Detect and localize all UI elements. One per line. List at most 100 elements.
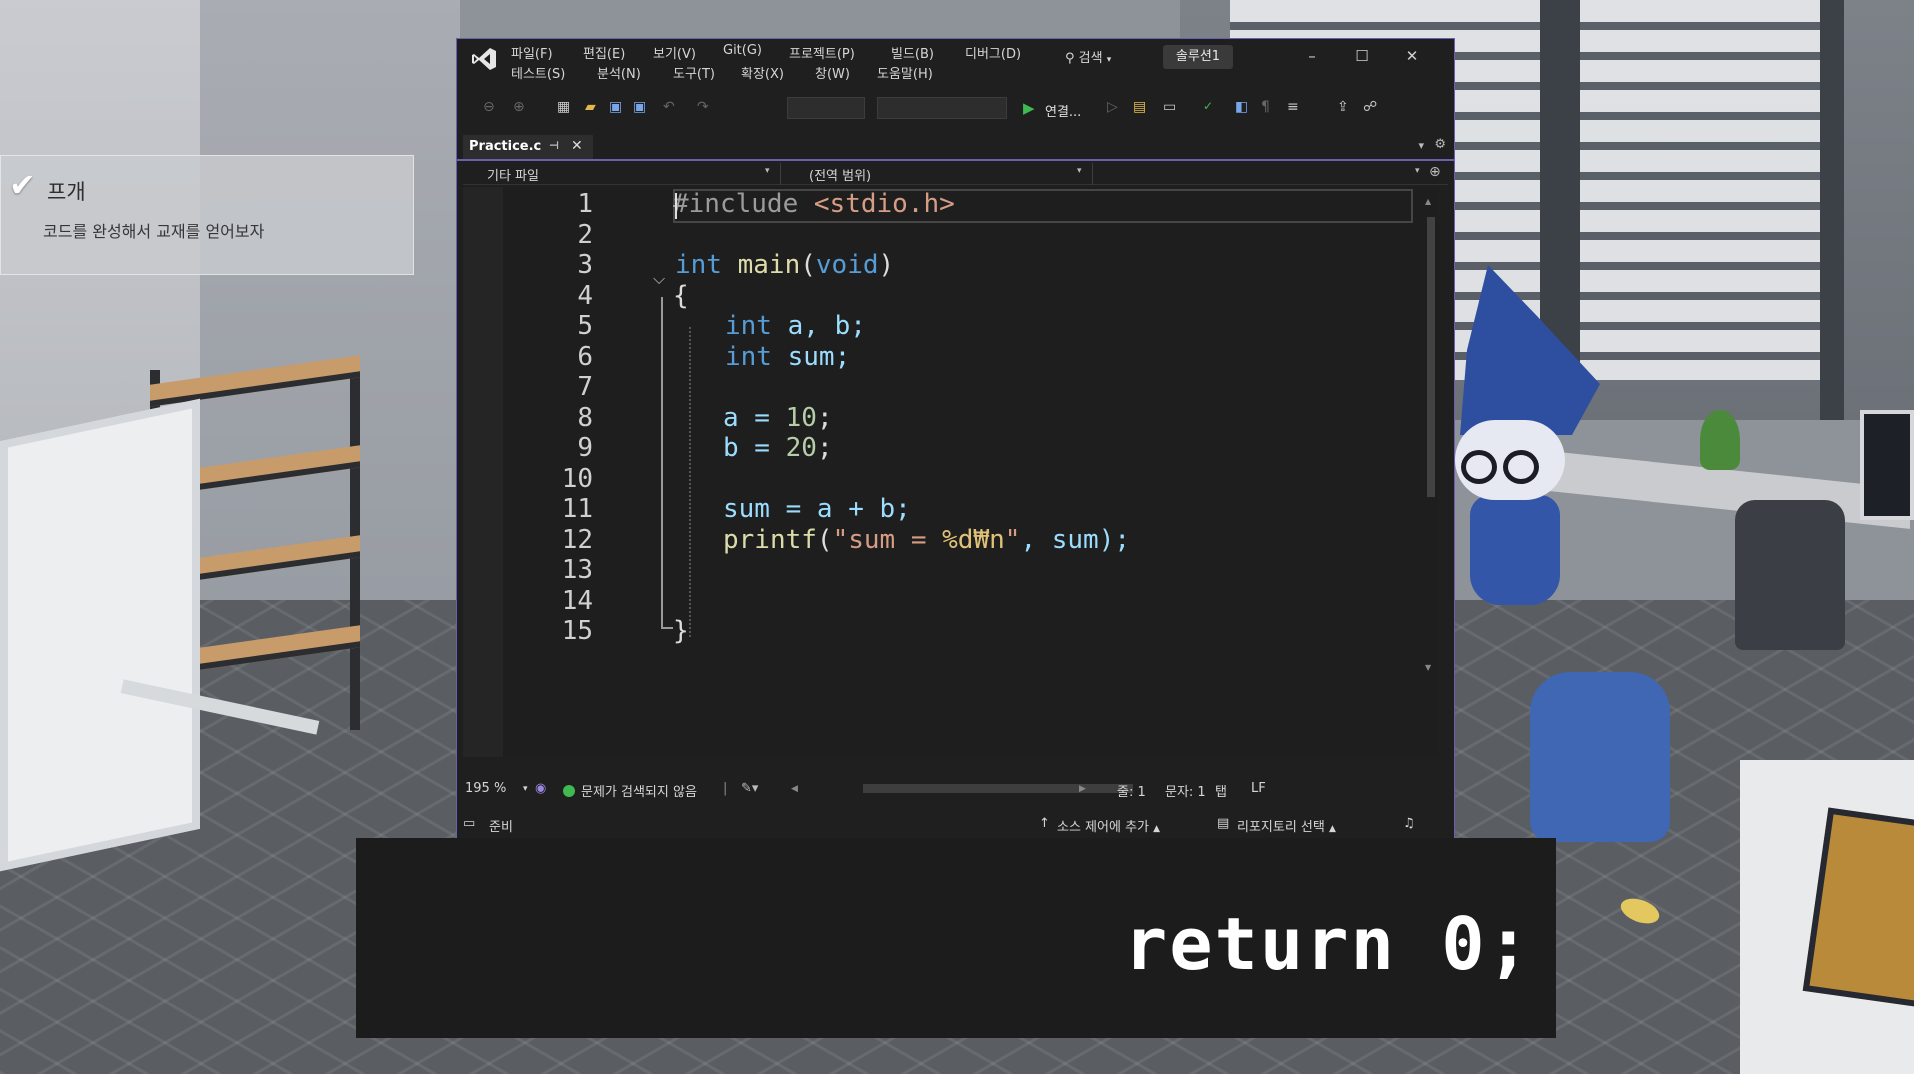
repository-button[interactable]: 리포지토리 선택 ▲: [1237, 816, 1336, 835]
copilot-icon[interactable]: ◉: [535, 781, 546, 796]
line-number: 1: [577, 189, 593, 219]
cleanup-brush-icon[interactable]: ✎▾: [741, 781, 758, 796]
menu-build[interactable]: 빌드(B): [891, 43, 934, 62]
chevron-down-icon[interactable]: ▾: [1415, 166, 1420, 176]
menu-git[interactable]: Git(G): [723, 43, 762, 58]
project-dropdown[interactable]: 기타 파일 ▾: [463, 163, 781, 185]
tab-indicator[interactable]: 탭: [1215, 781, 1227, 800]
menu-view[interactable]: 보기(V): [653, 43, 696, 62]
undo-icon[interactable]: ↶: [663, 99, 679, 115]
gear-icon[interactable]: ⚙: [1434, 137, 1446, 152]
tab-practice-c[interactable]: Practice.c ⊣ ✕: [463, 135, 593, 159]
collapse-chevron-icon[interactable]: ⌵: [653, 269, 669, 288]
line-number: 5: [577, 311, 593, 341]
save-all-icon[interactable]: ▣: [633, 99, 649, 115]
column-indicator[interactable]: 문자: 1: [1165, 781, 1206, 800]
code-line-11: sum = a + b;: [723, 494, 911, 524]
chevron-down-icon[interactable]: ▾: [1418, 139, 1424, 152]
pin-icon[interactable]: ⊣: [549, 139, 559, 152]
menu-window[interactable]: 창(W): [815, 63, 850, 82]
minimize-button[interactable]: –: [1297, 45, 1327, 67]
menu-debug[interactable]: 디버그(D): [965, 43, 1021, 62]
issues-indicator[interactable]: 문제가 검색되지 않음: [563, 781, 697, 800]
feedback-icon[interactable]: ☍: [1363, 99, 1379, 115]
character-body: [1470, 495, 1560, 605]
menu-edit[interactable]: 편집(E): [583, 43, 625, 62]
play-icon[interactable]: ▶: [1023, 99, 1039, 117]
text-cursor: [675, 193, 677, 219]
menu-extensions[interactable]: 확장(X): [741, 63, 784, 82]
scope-dropdown[interactable]: (전역 범위) ▾: [783, 163, 1093, 185]
semicolon: ;: [816, 403, 833, 433]
semicolon: ;: [816, 433, 833, 463]
search-label: 검색: [1078, 51, 1103, 66]
start-without-debug-icon[interactable]: ▷: [1107, 99, 1123, 115]
declaration: a, b;: [771, 311, 866, 341]
new-project-icon[interactable]: ▦: [557, 99, 573, 115]
code-editor[interactable]: 1 2 3 4 5 6 7 8 9 10 11 12 13 14 15 ⌵ #i…: [463, 187, 1438, 757]
solution-name-badge[interactable]: 솔루션1: [1163, 45, 1233, 69]
format-icon[interactable]: ¶: [1261, 99, 1277, 115]
editor-gutter: [463, 187, 503, 757]
forward-icon[interactable]: ⊕: [513, 99, 529, 115]
toolbar: ⊖ ⊕ ▦ ▰ ▣ ▣ ↶ ↷ ▶ 연결... ▷ ▤ ▭ ✓ ◧ ¶ ≡ ⇪ …: [457, 89, 1454, 125]
platform-dropdown[interactable]: [877, 97, 1007, 119]
split-icon[interactable]: ⊕: [1429, 164, 1441, 180]
menu-test[interactable]: 테스트(S): [511, 63, 565, 82]
scope-guide: [661, 297, 663, 627]
bookmark-icon[interactable]: ◧: [1235, 99, 1251, 115]
function-call: printf: [723, 525, 817, 555]
source-control-button[interactable]: 소스 제어에 추가 ▲: [1057, 816, 1160, 835]
scope-label: (전역 범위): [809, 169, 872, 184]
code-line-4: {: [673, 281, 689, 311]
window-frame: [1820, 0, 1844, 420]
notification-bell-icon[interactable]: ♫: [1403, 816, 1415, 831]
scroll-up-icon[interactable]: ▲: [1425, 197, 1437, 206]
chevron-down-icon[interactable]: ▾: [523, 784, 528, 794]
line-ending-indicator[interactable]: LF: [1251, 781, 1266, 796]
configuration-dropdown[interactable]: [787, 97, 865, 119]
output-icon[interactable]: ▭: [463, 816, 475, 831]
spellcheck-icon[interactable]: ✓: [1203, 99, 1219, 115]
office-chair: [1735, 500, 1845, 650]
chevron-down-icon: ▾: [1077, 166, 1082, 176]
horizontal-scrollbar[interactable]: [863, 784, 1133, 793]
line-indicator[interactable]: 줄: 1: [1117, 781, 1146, 800]
window-icon[interactable]: ▭: [1163, 99, 1179, 115]
indent-icon[interactable]: ≡: [1287, 99, 1303, 115]
glasses-lens: [1461, 450, 1497, 484]
line-number: 12: [561, 525, 593, 555]
vertical-scrollbar[interactable]: ▲ ▼: [1425, 197, 1437, 677]
document-tabs: Practice.c ⊣ ✕ ▾ ⚙: [457, 133, 1454, 161]
format-specifier: %d: [942, 525, 974, 555]
run-button-label[interactable]: 연결...: [1045, 101, 1081, 120]
menu-tools[interactable]: 도구(T): [673, 63, 715, 82]
scope-guide-end: [661, 627, 673, 629]
chevron-down-icon: ▾: [1106, 55, 1112, 65]
scroll-left-icon[interactable]: ◀: [791, 784, 798, 794]
close-icon[interactable]: ✕: [571, 138, 583, 154]
folder-icon[interactable]: ▤: [1133, 99, 1149, 115]
redo-icon[interactable]: ↷: [697, 99, 713, 115]
back-icon[interactable]: ⊖: [483, 99, 499, 115]
tab-filename: Practice.c: [469, 139, 542, 154]
menu-file[interactable]: 파일(F): [511, 43, 553, 62]
menu-analyze[interactable]: 분석(N): [597, 63, 641, 82]
search-box[interactable]: ⚲ 검색 ▾: [1065, 47, 1111, 66]
share-icon[interactable]: ⇪: [1337, 99, 1353, 115]
maximize-button[interactable]: ☐: [1347, 45, 1377, 67]
scroll-right-icon[interactable]: ▶: [1079, 784, 1086, 794]
save-icon[interactable]: ▣: [609, 99, 625, 115]
scrollbar-thumb[interactable]: [1427, 217, 1435, 497]
open-folder-icon[interactable]: ▰: [585, 99, 601, 115]
check-circle-icon: [563, 785, 575, 797]
scroll-down-icon[interactable]: ▼: [1425, 663, 1437, 672]
close-window-button[interactable]: ✕: [1397, 45, 1427, 67]
quest-description: 코드를 완성해서 교재를 얻어보자: [43, 222, 265, 241]
escape-sequence: ₩n: [973, 525, 1005, 555]
character-glasses: [1455, 450, 1545, 484]
menu-help[interactable]: 도움말(H): [877, 63, 933, 82]
menu-project[interactable]: 프로젝트(P): [789, 43, 855, 62]
separator: |: [723, 781, 728, 796]
zoom-level[interactable]: 195 %: [465, 781, 506, 796]
